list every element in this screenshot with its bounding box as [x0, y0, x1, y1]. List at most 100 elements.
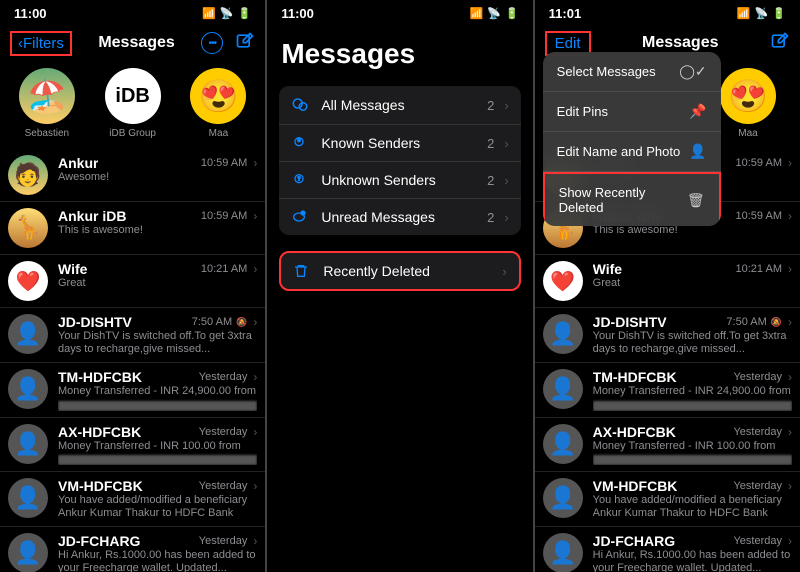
- filter-known-senders[interactable]: Known Senders 2 ›: [279, 125, 520, 162]
- conversation-row[interactable]: 👤 TM-HDFCBK Yesterday › Money Transferre…: [535, 363, 800, 417]
- redacted-line: [58, 401, 257, 411]
- nav-bar: ‹ Filters Messages •••: [0, 24, 265, 62]
- mute-icon: 🔕: [771, 317, 782, 328]
- filter-unknown-senders[interactable]: ? Unknown Senders 2 ›: [279, 162, 520, 199]
- convo-body: TM-HDFCBK Yesterday › Money Transferred …: [593, 369, 792, 410]
- chevron-right-icon: ›: [253, 315, 257, 329]
- chevron-right-icon: ›: [502, 264, 506, 279]
- chevron-right-icon: ›: [504, 98, 508, 113]
- wifi-icon: 📡: [220, 7, 234, 20]
- message-preview: Awesome!: [58, 171, 257, 184]
- svg-text:?: ?: [298, 177, 301, 183]
- chevron-right-icon: ›: [253, 209, 257, 223]
- back-filters-button[interactable]: ‹ Filters: [10, 31, 72, 56]
- back-label: Filters: [23, 35, 64, 52]
- filter-count: 2: [487, 136, 494, 151]
- conversation-row[interactable]: 🦒 Ankur iDB 10:59 AM › This is awesome!: [0, 202, 265, 255]
- more-icon[interactable]: •••: [201, 32, 223, 54]
- pinned-contact[interactable]: 😍Maa: [190, 68, 246, 139]
- wifi-icon: 📡: [487, 7, 501, 20]
- nav-actions: •••: [201, 31, 255, 56]
- convo-body: Ankur 10:59 AM › Awesome!: [58, 155, 257, 184]
- menu-select-messages[interactable]: Select Messages◯✓: [543, 52, 721, 92]
- timestamp: 10:59 AM: [736, 157, 782, 169]
- pinned-row: 🏖️Sebastien iDBiDB Group 😍Maa: [0, 62, 265, 149]
- pin-name: Maa: [209, 128, 228, 139]
- signal-icon: 📶: [737, 7, 751, 20]
- convo-body: VM-HDFCBK Yesterday › You have added/mod…: [58, 478, 257, 520]
- avatar: 👤: [543, 424, 583, 464]
- timestamp: Yesterday: [733, 371, 782, 383]
- status-icons: 📶 📡 🔋: [202, 7, 251, 20]
- avatar: 👤: [8, 369, 48, 409]
- contact-name: TM-HDFCBK: [58, 369, 142, 385]
- conversation-row[interactable]: 👤 JD-FCHARG Yesterday › Hi Ankur, Rs.100…: [0, 527, 265, 572]
- avatar: ❤️: [8, 261, 48, 301]
- nav-title: Messages: [98, 34, 175, 52]
- redacted-line: [58, 455, 257, 465]
- person-icon: [291, 135, 311, 151]
- chevron-right-icon: ›: [788, 315, 792, 329]
- filter-unread-messages[interactable]: Unread Messages 2 ›: [279, 199, 520, 235]
- convo-body: JD-DISHTV 7:50 AM 🔕 › Your DishTV is swi…: [593, 314, 792, 356]
- status-time: 11:00: [14, 6, 47, 21]
- conversation-row[interactable]: 👤 JD-DISHTV 7:50 AM 🔕 › Your DishTV is s…: [0, 308, 265, 363]
- conversation-row[interactable]: 👤 VM-HDFCBK Yesterday › You have added/m…: [0, 472, 265, 527]
- conversation-row[interactable]: 👤 AX-HDFCBK Yesterday › Money Transferre…: [535, 418, 800, 472]
- timestamp: 10:21 AM: [201, 263, 247, 275]
- filter-recently-deleted[interactable]: Recently Deleted ›: [281, 253, 518, 289]
- conversation-row[interactable]: 🧑 Ankur 10:59 AM › Awesome!: [0, 149, 265, 202]
- chat-icon: [291, 96, 311, 114]
- signal-icon: 📶: [202, 7, 216, 20]
- menu-edit-pins[interactable]: Edit Pins📌: [543, 92, 721, 132]
- menu-label: Edit Pins: [557, 104, 608, 119]
- avatar: 👤: [8, 314, 48, 354]
- conversation-row[interactable]: 👤 VM-HDFCBK Yesterday › You have added/m…: [535, 472, 800, 527]
- status-bar: 11:00 📶 📡 🔋: [0, 0, 265, 24]
- nav-actions: [770, 31, 790, 56]
- redacted-line: [593, 401, 792, 411]
- signal-icon: 📶: [470, 7, 484, 20]
- avatar: 👤: [8, 478, 48, 518]
- menu-show-recently-deleted[interactable]: Show Recently Deleted🗑: [543, 172, 721, 226]
- filter-all-messages[interactable]: All Messages 2 ›: [279, 86, 520, 125]
- chevron-right-icon: ›: [788, 262, 792, 276]
- chevron-right-icon: ›: [788, 534, 792, 548]
- avatar: 👤: [8, 533, 48, 572]
- nav-title: Messages: [642, 34, 719, 52]
- conversation-row[interactable]: ❤️ Wife 10:21 AM › Great: [0, 255, 265, 308]
- chevron-right-icon: ›: [253, 262, 257, 276]
- timestamp: 10:59 AM: [201, 210, 247, 222]
- filter-label: Unknown Senders: [321, 172, 477, 188]
- timestamp: Yesterday: [199, 480, 248, 492]
- timestamp: Yesterday: [199, 371, 248, 383]
- filter-count: 2: [487, 173, 494, 188]
- convo-body: Wife 10:21 AM › Great: [58, 261, 257, 290]
- pinned-contact[interactable]: 😍 Maa: [720, 68, 776, 139]
- pin-name: Maa: [738, 128, 757, 139]
- pin-name: Sebastien: [25, 128, 69, 139]
- conversation-row[interactable]: 👤 TM-HDFCBK Yesterday › Money Transferre…: [0, 363, 265, 417]
- avatar: 🧑: [8, 155, 48, 195]
- conversation-row[interactable]: 👤 JD-DISHTV 7:50 AM 🔕 › Your DishTV is s…: [535, 308, 800, 363]
- person-icon: 👤: [689, 143, 706, 160]
- conversation-list: 🧑 Ankur 10:59 AM › Awesome! 🦒 Ankur iDB: [0, 149, 265, 572]
- avatar: 👤: [8, 424, 48, 464]
- contact-name: TM-HDFCBK: [593, 369, 677, 385]
- trash-icon: [293, 263, 313, 279]
- conversation-row[interactable]: 👤 AX-HDFCBK Yesterday › Money Transferre…: [0, 418, 265, 472]
- conversation-row[interactable]: 👤 JD-FCHARG Yesterday › Hi Ankur, Rs.100…: [535, 527, 800, 572]
- filter-label: Known Senders: [321, 135, 477, 151]
- contact-name: JD-FCHARG: [593, 533, 675, 549]
- compose-icon[interactable]: [770, 31, 790, 56]
- message-preview: Money Transferred - INR 24,900.00 from: [58, 385, 257, 410]
- menu-edit-name-and-photo[interactable]: Edit Name and Photo👤: [543, 132, 721, 172]
- compose-icon[interactable]: [235, 31, 255, 56]
- timestamp: 10:59 AM: [201, 157, 247, 169]
- message-preview: Your DishTV is switched off.To get 3xtra…: [58, 330, 257, 356]
- screen-filters: 11:00 📶 📡 🔋 Messages All Messages 2 › Kn…: [267, 0, 532, 572]
- pinned-contact[interactable]: 🏖️Sebastien: [19, 68, 75, 139]
- conversation-row[interactable]: ❤️ Wife 10:21 AM › Great: [535, 255, 800, 308]
- chevron-right-icon: ›: [788, 209, 792, 223]
- pinned-contact[interactable]: iDBiDB Group: [105, 68, 161, 139]
